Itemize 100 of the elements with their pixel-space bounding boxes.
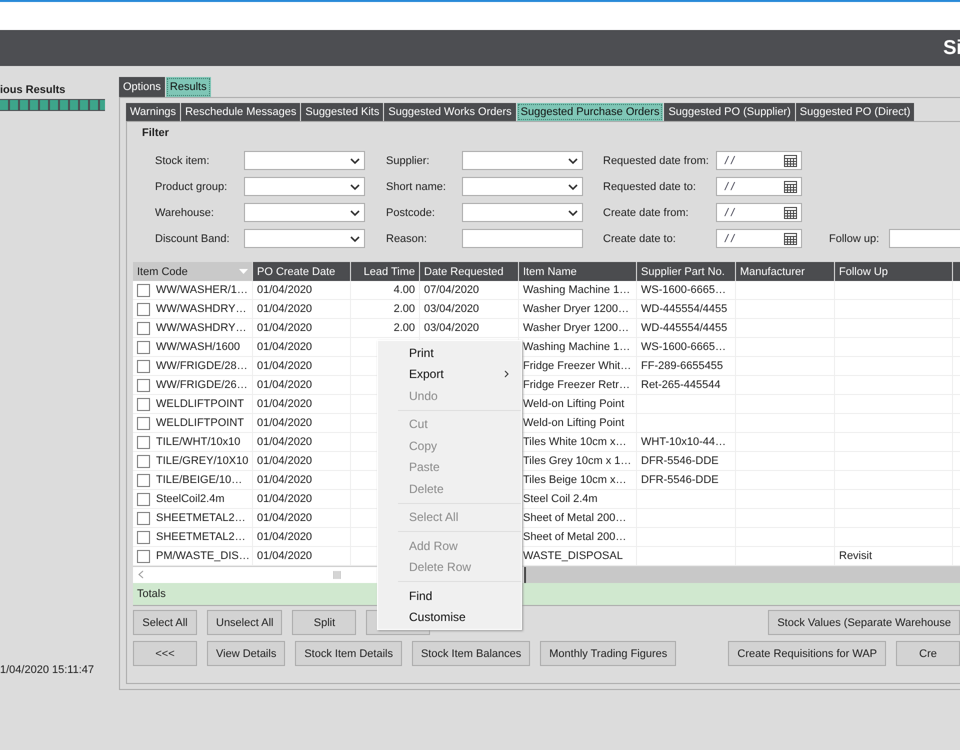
table-cell: DFR-5546-DDE (637, 471, 736, 489)
chevron-right-icon (504, 370, 509, 378)
table-cell: WW/FRIGDE/28… (156, 360, 248, 372)
action-button[interactable]: Select All (133, 610, 197, 635)
checkbox[interactable] (137, 550, 150, 562)
tab[interactable]: Suggested Purchase Orders (516, 103, 664, 121)
checkbox[interactable] (137, 416, 150, 430)
input-field[interactable] (462, 229, 583, 248)
field-label: Postcode: (386, 206, 436, 218)
menu-item[interactable]: Customise (378, 606, 521, 628)
tab[interactable]: Suggested PO (Supplier) (664, 103, 795, 121)
action-button[interactable]: <<< (133, 641, 197, 666)
chevron-down-icon (568, 158, 578, 164)
table-cell: TILE/WHT/10x10 (156, 436, 240, 448)
table-cell: 01/04/2020 (253, 509, 351, 527)
field-label: Short name: (386, 180, 447, 192)
date-field[interactable]: / / (716, 229, 802, 248)
action-button[interactable]: Stock Item Details (295, 641, 402, 666)
field-label: Create date to: (603, 232, 677, 244)
table-cell: 01/04/2020 (253, 471, 351, 489)
checkbox[interactable] (137, 512, 150, 524)
table-cell: 01/04/2020 (253, 319, 351, 337)
checkbox[interactable] (137, 436, 150, 448)
table-cell: 2.00 (351, 300, 420, 318)
tab[interactable]: Warnings (126, 103, 180, 121)
chevron-down-icon (350, 210, 360, 216)
dropdown-field[interactable] (462, 151, 583, 170)
sort-arrow-icon (239, 269, 248, 274)
calendar-icon (784, 206, 797, 218)
field-label: Warehouse: (155, 206, 215, 218)
table-cell: 01/04/2020 (253, 338, 351, 356)
table-cell: WS-1600-6665… (637, 281, 736, 299)
dropdown-field[interactable] (244, 203, 365, 222)
checkbox[interactable] (137, 530, 150, 544)
table-cell: WS-1600-6665… (637, 338, 736, 356)
table-cell: 4.00 (351, 281, 420, 299)
table-cell: 01/04/2020 (253, 414, 351, 432)
calendar-icon (784, 154, 797, 166)
action-button[interactable]: Stock Values (Separate Warehouse (768, 610, 960, 635)
checkbox[interactable] (137, 474, 150, 486)
table-cell: 01/04/2020 (253, 547, 351, 565)
action-button[interactable]: View Details (207, 641, 286, 666)
timestamp: 1/04/2020 15:11:47 (0, 664, 94, 676)
table-cell: WELDLIFTPOINT (156, 398, 244, 410)
checkbox[interactable] (137, 378, 150, 392)
chevron-down-icon (568, 210, 578, 216)
date-field[interactable]: / / (716, 177, 802, 196)
field-label: Reason: (386, 232, 428, 244)
totals-label: Totals (137, 588, 166, 600)
dropdown-field[interactable] (462, 203, 583, 222)
checkbox[interactable] (137, 492, 150, 506)
tab[interactable]: Suggested Works Orders (384, 103, 516, 121)
dropdown-field[interactable] (244, 229, 365, 248)
menu-item[interactable]: Export (378, 364, 521, 385)
dropdown-field[interactable] (244, 177, 365, 196)
tab[interactable]: Suggested Kits (301, 103, 384, 121)
chevron-down-icon (568, 184, 578, 190)
menu-item[interactable]: Find (378, 585, 521, 606)
table-cell: Washer Dryer 1200… (519, 319, 637, 337)
action-button[interactable]: Monthly Trading Figures (540, 641, 676, 666)
table-cell: Ret-265-445544 (637, 376, 736, 394)
table-cell: 01/04/2020 (253, 490, 351, 508)
table-cell: TILE/GREY/10X10 (156, 455, 248, 467)
column-header[interactable]: Item Code (133, 262, 253, 281)
table-cell: 07/04/2020 (420, 281, 519, 299)
table-cell: 2.00 (351, 319, 420, 337)
dropdown-field[interactable] (244, 151, 365, 170)
dropdown-field[interactable] (462, 177, 583, 196)
checkbox[interactable] (137, 398, 150, 410)
table-cell: WW/WASH/1600 (156, 341, 240, 353)
tab[interactable]: Suggested PO (Direct) (796, 103, 914, 121)
field-label: Requested date to: (603, 180, 697, 192)
field-label: Requested date from: (603, 154, 710, 166)
menu-item[interactable]: Print (378, 342, 521, 364)
date-field[interactable]: / / (716, 151, 802, 170)
table-cell: 01/04/2020 (253, 300, 351, 318)
checkbox[interactable] (137, 360, 150, 372)
checkbox[interactable] (137, 322, 150, 334)
table-cell: Revisit (835, 547, 953, 565)
action-button[interactable]: Cre (896, 641, 960, 666)
chevron-down-icon (350, 184, 360, 190)
checkbox[interactable] (137, 454, 150, 468)
grip-icon[interactable] (332, 571, 340, 579)
table-cell: TILE/BEIGE/10… (156, 474, 242, 486)
action-button[interactable]: Unselect All (207, 610, 282, 635)
field-label: Follow up: (829, 232, 880, 244)
tab[interactable]: Reschedule Messages (181, 103, 300, 121)
field-label: Supplier: (386, 154, 430, 166)
checkbox[interactable] (137, 302, 150, 316)
table-cell: DFR-5546-DDE (637, 452, 736, 470)
date-field[interactable]: / / (716, 203, 802, 222)
checkbox[interactable] (137, 340, 150, 354)
checkbox[interactable] (137, 284, 150, 296)
table-cell: SHEETMETAL2… (156, 512, 246, 524)
action-button[interactable]: Create Requisitions for WAP (728, 641, 886, 666)
action-button[interactable]: Stock Item Balances (412, 641, 530, 666)
tab[interactable]: Options (119, 77, 165, 97)
action-button[interactable]: Split (292, 610, 356, 635)
tab[interactable]: Results (166, 77, 211, 97)
field-label: Discount Band: (155, 232, 231, 244)
